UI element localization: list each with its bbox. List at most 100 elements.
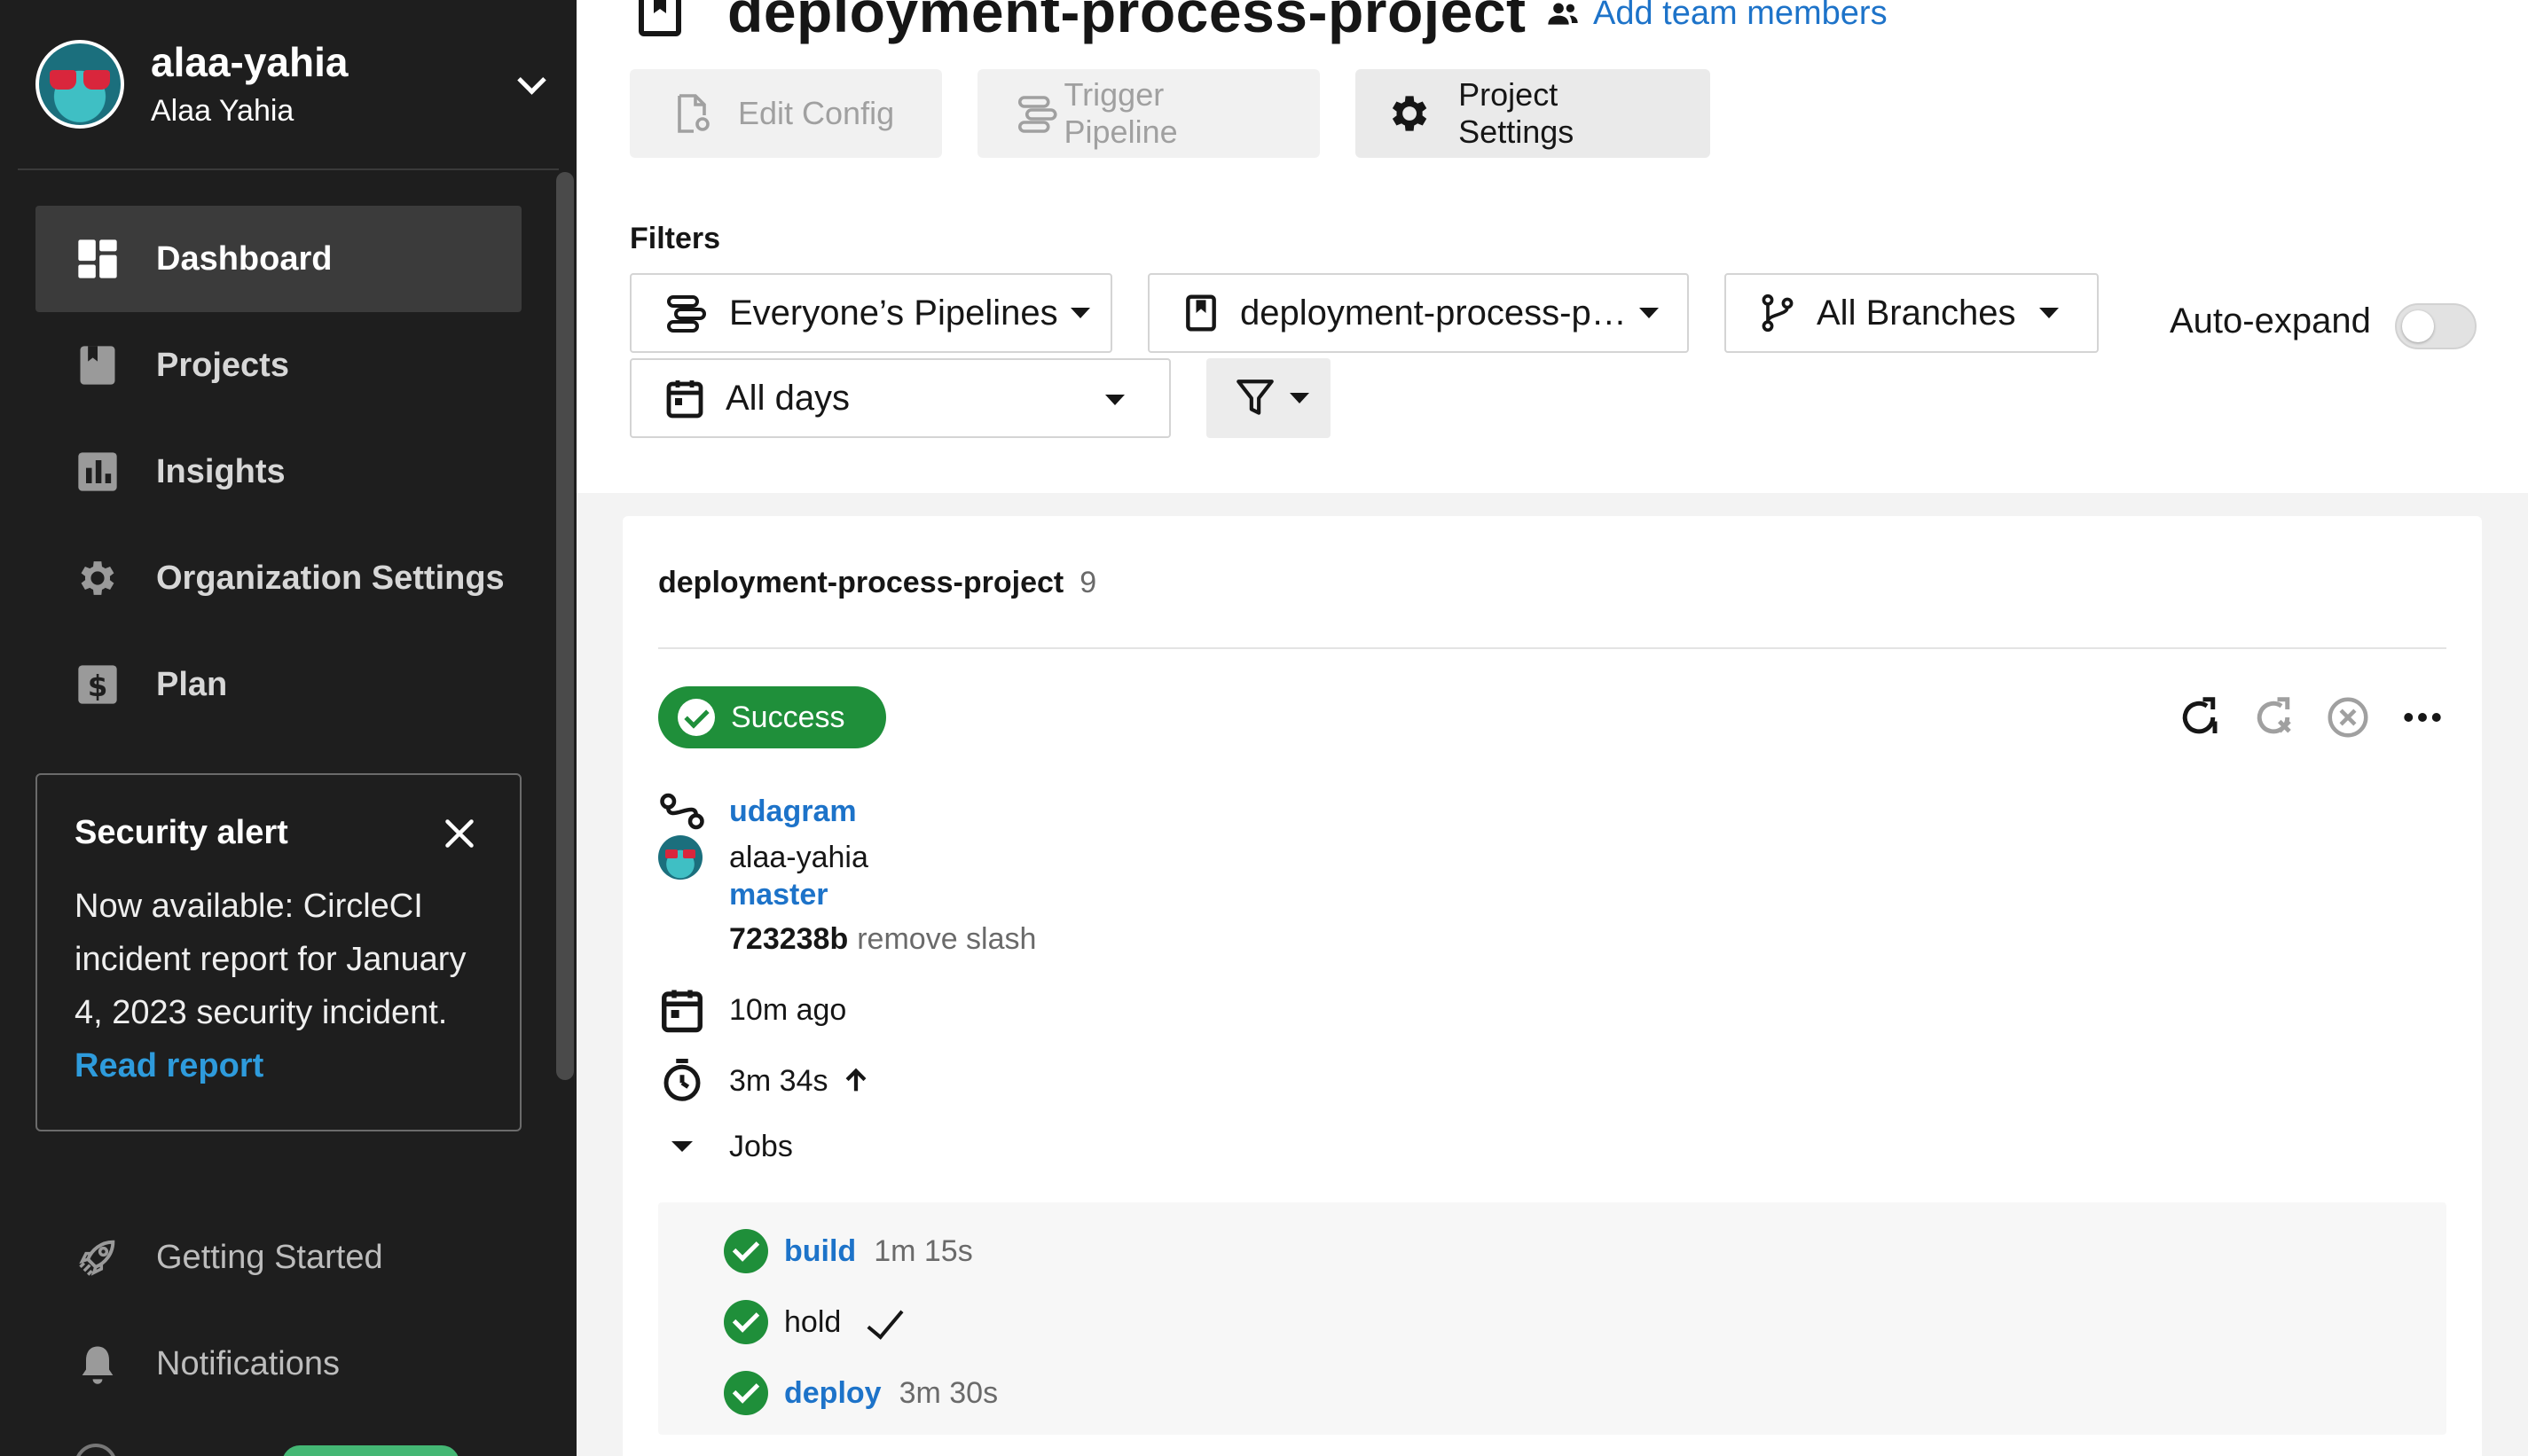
more-filters-button[interactable] <box>1206 358 1331 438</box>
author-row: alaa-yahia <box>658 834 868 881</box>
arrow-up-icon <box>845 1068 866 1092</box>
status-badge[interactable]: Success <box>658 686 886 748</box>
user-full-name: Alaa Yahia <box>151 94 294 128</box>
security-alert: Security alert Now available: CircleCI i… <box>35 773 522 1131</box>
gear-icon <box>81 561 114 595</box>
pipeline-count: 9 <box>1080 566 1097 599</box>
avatar <box>35 40 124 129</box>
auto-expand-label: Auto-expand <box>2170 301 2371 341</box>
sidebar-item-label: Projects <box>156 346 289 384</box>
funnel-icon <box>1237 380 1274 415</box>
globe-icon[interactable] <box>75 1444 117 1456</box>
caret-down-icon <box>2038 308 2059 318</box>
sidebar-nav: Dashboard Projects Insights Organization… <box>35 206 522 738</box>
branches-filter-select[interactable]: All Branches <box>1724 273 2099 353</box>
pipeline-actions <box>2175 693 2446 741</box>
projects-icon <box>80 346 115 385</box>
check-circle-icon <box>724 1300 768 1344</box>
job-name[interactable]: deploy <box>784 1376 882 1411</box>
workflow-icon <box>660 793 704 830</box>
pipeline-card: deployment-process-project 9 Success uda… <box>623 516 2482 1456</box>
pipeline-icon <box>1017 96 1057 133</box>
pipeline-icon <box>667 295 706 333</box>
close-icon[interactable] <box>444 818 475 849</box>
time-ago: 10m ago <box>729 992 847 1027</box>
workflow-link[interactable]: udagram <box>729 795 857 829</box>
chevron-down-icon[interactable] <box>514 67 550 102</box>
caret-down-icon <box>1070 308 1090 318</box>
author-avatar <box>658 835 703 880</box>
check-circle-icon <box>724 1229 768 1273</box>
author-name: alaa-yahia <box>729 840 868 874</box>
job-duration: 3m 30s <box>899 1375 999 1410</box>
rerun-icon[interactable] <box>2175 693 2223 741</box>
rerun-failed-icon[interactable] <box>2249 693 2297 741</box>
edit-config-button[interactable]: Edit Config <box>630 69 942 158</box>
pipelines-filter-value: Everyone’s Pipelines <box>729 293 1058 333</box>
pipeline-group-header: deployment-process-project 9 <box>658 566 1096 600</box>
sidebar-scrollbar[interactable] <box>556 172 574 1080</box>
dashboard-icon <box>78 239 117 278</box>
filters-label: Filters <box>630 222 721 255</box>
sidebar-item-organization-settings[interactable]: Organization Settings <box>35 525 522 631</box>
more-options-icon[interactable] <box>2398 693 2446 741</box>
security-alert-text: Now available: CircleCI incident report … <box>75 888 467 1031</box>
commit-sha[interactable]: 723238b <box>729 922 848 957</box>
trigger-pipeline-label: Trigger Pipeline <box>1064 76 1178 150</box>
status-label: Success <box>731 700 845 734</box>
workflow-row: udagram <box>658 787 857 835</box>
duration-row: 3m 34s <box>658 1057 871 1105</box>
add-team-members-link[interactable]: Add team members <box>1543 0 1888 33</box>
svg-text:$: $ <box>88 669 108 703</box>
job-name: hold <box>784 1304 842 1339</box>
branches-filter-value: All Branches <box>1817 293 2016 333</box>
auto-expand-toggle[interactable] <box>2395 303 2477 349</box>
jobs-label: Jobs <box>729 1129 793 1163</box>
edit-config-label: Edit Config <box>738 95 895 131</box>
job-name[interactable]: build <box>784 1234 856 1269</box>
sidebar-item-getting-started[interactable]: Getting Started <box>75 1231 383 1284</box>
branch-icon <box>1762 294 1794 333</box>
user-menu[interactable]: alaa-yahia Alaa Yahia <box>35 35 550 133</box>
check-circle-icon <box>724 1371 768 1415</box>
commit-message: remove slash <box>857 922 1037 956</box>
branch-link[interactable]: master <box>729 878 828 912</box>
sidebar-item-notifications[interactable]: Notifications <box>75 1337 340 1390</box>
sidebar-item-label: Organization Settings <box>156 559 505 597</box>
branch-row: master <box>729 878 828 912</box>
project-filter-value: deployment-process-p… <box>1240 293 1627 333</box>
sidebar-item-plan[interactable]: $ Plan <box>35 631 522 738</box>
project-filter-select[interactable]: deployment-process-p… <box>1148 273 1689 353</box>
sidebar-item-dashboard[interactable]: Dashboard <box>35 206 522 312</box>
days-filter-value: All days <box>726 378 851 418</box>
bell-icon <box>82 1346 114 1384</box>
read-report-link[interactable]: Read report <box>75 1047 263 1084</box>
sidebar: alaa-yahia Alaa Yahia Dashboard Projects <box>0 0 577 1456</box>
sidebar-item-insights[interactable]: Insights <box>35 419 522 525</box>
project-settings-button[interactable]: Project Settings <box>1355 69 1710 158</box>
sidebar-item-label: Notifications <box>156 1344 340 1382</box>
page-title: deployment-process-project <box>727 0 1527 44</box>
page-header: deployment-process-project <box>639 0 1527 44</box>
job-row-deploy: deploy 3m 30s <box>724 1371 998 1415</box>
dollar-icon: $ <box>78 665 117 704</box>
project-icon <box>639 0 681 36</box>
jobs-list: build 1m 15s hold deploy 3m 30s <box>658 1202 2446 1435</box>
status-pill[interactable] <box>282 1445 459 1456</box>
days-filter-select[interactable]: All days <box>630 358 1171 438</box>
calendar-icon <box>666 380 703 419</box>
cancel-icon[interactable] <box>2324 693 2372 741</box>
insights-icon <box>78 452 117 491</box>
sidebar-item-label: Getting Started <box>156 1238 383 1276</box>
stopwatch-icon <box>663 1059 701 1101</box>
caret-down-icon <box>671 1141 693 1152</box>
job-row-hold: hold <box>724 1300 907 1344</box>
file-gear-icon <box>678 94 710 133</box>
sidebar-item-label: Plan <box>156 665 228 703</box>
users-icon <box>1548 3 1578 25</box>
sidebar-item-projects[interactable]: Projects <box>35 312 522 419</box>
trigger-pipeline-button[interactable]: Trigger Pipeline <box>977 69 1320 158</box>
jobs-toggle-row[interactable]: Jobs <box>658 1123 793 1170</box>
pipelines-filter-select[interactable]: Everyone’s Pipelines <box>630 273 1112 353</box>
gear-icon <box>1392 96 1427 131</box>
